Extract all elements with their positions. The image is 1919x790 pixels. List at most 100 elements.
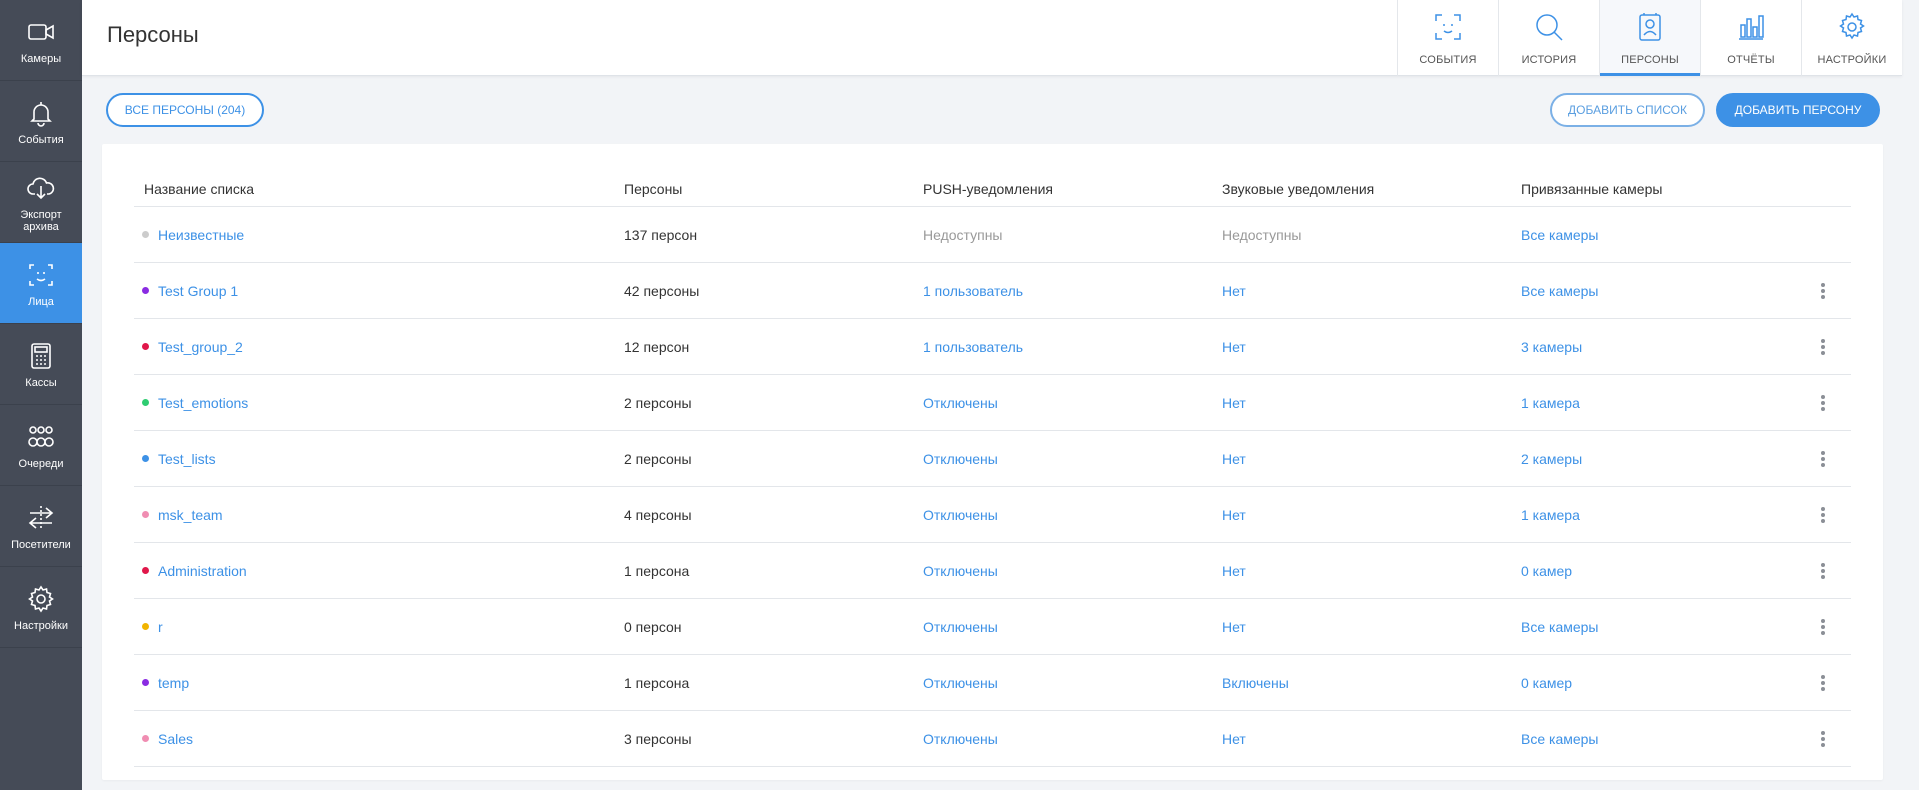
list-name-cell: Test_emotions [142, 375, 248, 430]
visitors-icon [24, 501, 58, 535]
row-menu-icon[interactable] [1813, 449, 1833, 469]
gear-icon [1836, 11, 1868, 48]
sound-status[interactable]: Нет [1222, 319, 1246, 374]
add-person-button[interactable]: ДОБАВИТЬ ПЕРСОНУ [1716, 93, 1880, 127]
list-name-link[interactable]: Test_lists [158, 451, 216, 467]
cash-register-icon [24, 339, 58, 373]
row-menu-icon[interactable] [1813, 617, 1833, 637]
row-menu-icon[interactable] [1813, 337, 1833, 357]
persons-count: 137 персон [624, 226, 698, 243]
row-menu-icon[interactable] [1813, 729, 1833, 749]
row-menu-icon[interactable] [1813, 393, 1833, 413]
cameras-link[interactable]: Все камеры [1521, 263, 1599, 318]
cameras-link[interactable]: 1 камера [1521, 487, 1580, 542]
tab-reports[interactable]: ОТЧЁТЫ [1700, 0, 1801, 76]
push-status[interactable]: 1 пользователь [923, 319, 1023, 374]
sidebar-item-faces[interactable]: Лица [0, 243, 82, 324]
list-name-cell: Test Group 1 [142, 263, 238, 318]
row-menu-icon[interactable] [1813, 673, 1833, 693]
tab-label: ПЕРСОНЫ [1621, 53, 1679, 66]
sidebar-item-queues[interactable]: Очереди [0, 405, 82, 486]
push-status[interactable]: Отключены [923, 487, 998, 542]
queue-icon [24, 420, 58, 454]
table-row: Test_lists 2 персоны Отключены Нет 2 кам… [134, 431, 1851, 487]
list-color-dot [142, 287, 149, 294]
list-name-link[interactable]: Неизвестные [158, 227, 244, 243]
list-color-dot [142, 567, 149, 574]
column-header-list-name: Название списка [144, 181, 255, 197]
table-row: r 0 персон Отключены Нет Все камеры [134, 599, 1851, 655]
all-persons-button[interactable]: ВСЕ ПЕРСОНЫ (204) [106, 93, 264, 127]
sidebar-item-label: Экспорт архива [20, 209, 62, 233]
table-row: Test Group 1 42 персоны 1 пользователь Н… [134, 263, 1851, 319]
gear-icon [24, 582, 58, 616]
cameras-link[interactable]: Все камеры [1521, 711, 1599, 766]
sidebar-item-settings[interactable]: Настройки [0, 567, 82, 648]
sidebar-item-label: Очереди [18, 458, 64, 470]
push-status[interactable]: Отключены [923, 655, 998, 710]
push-status[interactable]: Отключены [923, 711, 998, 766]
table-header: Название списка Персоны PUSH-уведомления… [134, 172, 1851, 207]
list-name-link[interactable]: Administration [158, 563, 247, 579]
sidebar-item-visitors[interactable]: Посетители [0, 486, 82, 567]
column-header-push: PUSH-уведомления [923, 181, 1053, 197]
list-color-dot [142, 343, 149, 350]
person-lists-table: Название списка Персоны PUSH-уведомления… [102, 144, 1883, 780]
cameras-link[interactable]: 1 камера [1521, 375, 1580, 430]
row-menu-icon[interactable] [1813, 561, 1833, 581]
sound-status[interactable]: Нет [1222, 431, 1246, 486]
table-row: msk_team 4 персоны Отключены Нет 1 камер… [134, 487, 1851, 543]
row-menu-icon[interactable] [1813, 281, 1833, 301]
persons-count: 1 персона [624, 562, 690, 579]
list-name-link[interactable]: Test Group 1 [158, 283, 238, 299]
sidebar-item-events[interactable]: События [0, 81, 82, 162]
sound-status[interactable]: Нет [1222, 375, 1246, 430]
cameras-link[interactable]: 0 камер [1521, 543, 1572, 598]
list-name-link[interactable]: Sales [158, 731, 193, 747]
push-status: Недоступны [923, 226, 1003, 243]
persons-count: 3 персоны [624, 730, 692, 747]
sidebar-item-cash[interactable]: Кассы [0, 324, 82, 405]
cameras-link[interactable]: 2 камеры [1521, 431, 1582, 486]
push-status[interactable]: Отключены [923, 431, 998, 486]
sound-status[interactable]: Нет [1222, 263, 1246, 318]
cameras-link[interactable]: 0 камер [1521, 655, 1572, 710]
list-name-link[interactable]: r [158, 619, 163, 635]
list-name-cell: r [142, 599, 163, 654]
tab-settings[interactable]: НАСТРОЙКИ [1801, 0, 1902, 76]
sound-status[interactable]: Включены [1222, 655, 1289, 710]
list-name-link[interactable]: temp [158, 675, 189, 691]
tab-events[interactable]: СОБЫТИЯ [1397, 0, 1498, 76]
list-name-link[interactable]: Test_group_2 [158, 339, 243, 355]
list-name-cell: Test_lists [142, 431, 216, 486]
cameras-link[interactable]: Все камеры [1521, 599, 1599, 654]
list-color-dot [142, 399, 149, 406]
table-row: Неизвестные 137 персон Недоступны Недост… [134, 207, 1851, 263]
add-list-button[interactable]: ДОБАВИТЬ СПИСОК [1550, 93, 1705, 127]
sound-status[interactable]: Нет [1222, 599, 1246, 654]
sound-status[interactable]: Нет [1222, 487, 1246, 542]
tab-history[interactable]: ИСТОРИЯ [1498, 0, 1599, 76]
row-menu-icon[interactable] [1813, 505, 1833, 525]
persons-count: 12 персон [624, 338, 690, 355]
persons-count: 42 персоны [624, 282, 700, 299]
tab-persons[interactable]: ПЕРСОНЫ [1599, 0, 1700, 76]
sidebar-item-cameras[interactable]: Камеры [0, 0, 82, 81]
column-header-cameras: Привязанные камеры [1521, 181, 1663, 197]
camera-icon [24, 15, 58, 49]
push-status[interactable]: Отключены [923, 375, 998, 430]
persons-count: 2 персоны [624, 450, 692, 467]
person-card-icon [1634, 11, 1666, 48]
sidebar-item-export[interactable]: Экспорт архива [0, 162, 82, 243]
cameras-link[interactable]: Все камеры [1521, 207, 1599, 262]
list-name-link[interactable]: Test_emotions [158, 395, 248, 411]
sound-status[interactable]: Нет [1222, 711, 1246, 766]
list-name-link[interactable]: msk_team [158, 507, 223, 523]
sound-status[interactable]: Нет [1222, 543, 1246, 598]
push-status[interactable]: Отключены [923, 543, 998, 598]
persons-count: 0 персон [624, 618, 682, 635]
push-status[interactable]: Отключены [923, 599, 998, 654]
face-scan-icon [24, 258, 58, 292]
push-status[interactable]: 1 пользователь [923, 263, 1023, 318]
cameras-link[interactable]: 3 камеры [1521, 319, 1582, 374]
